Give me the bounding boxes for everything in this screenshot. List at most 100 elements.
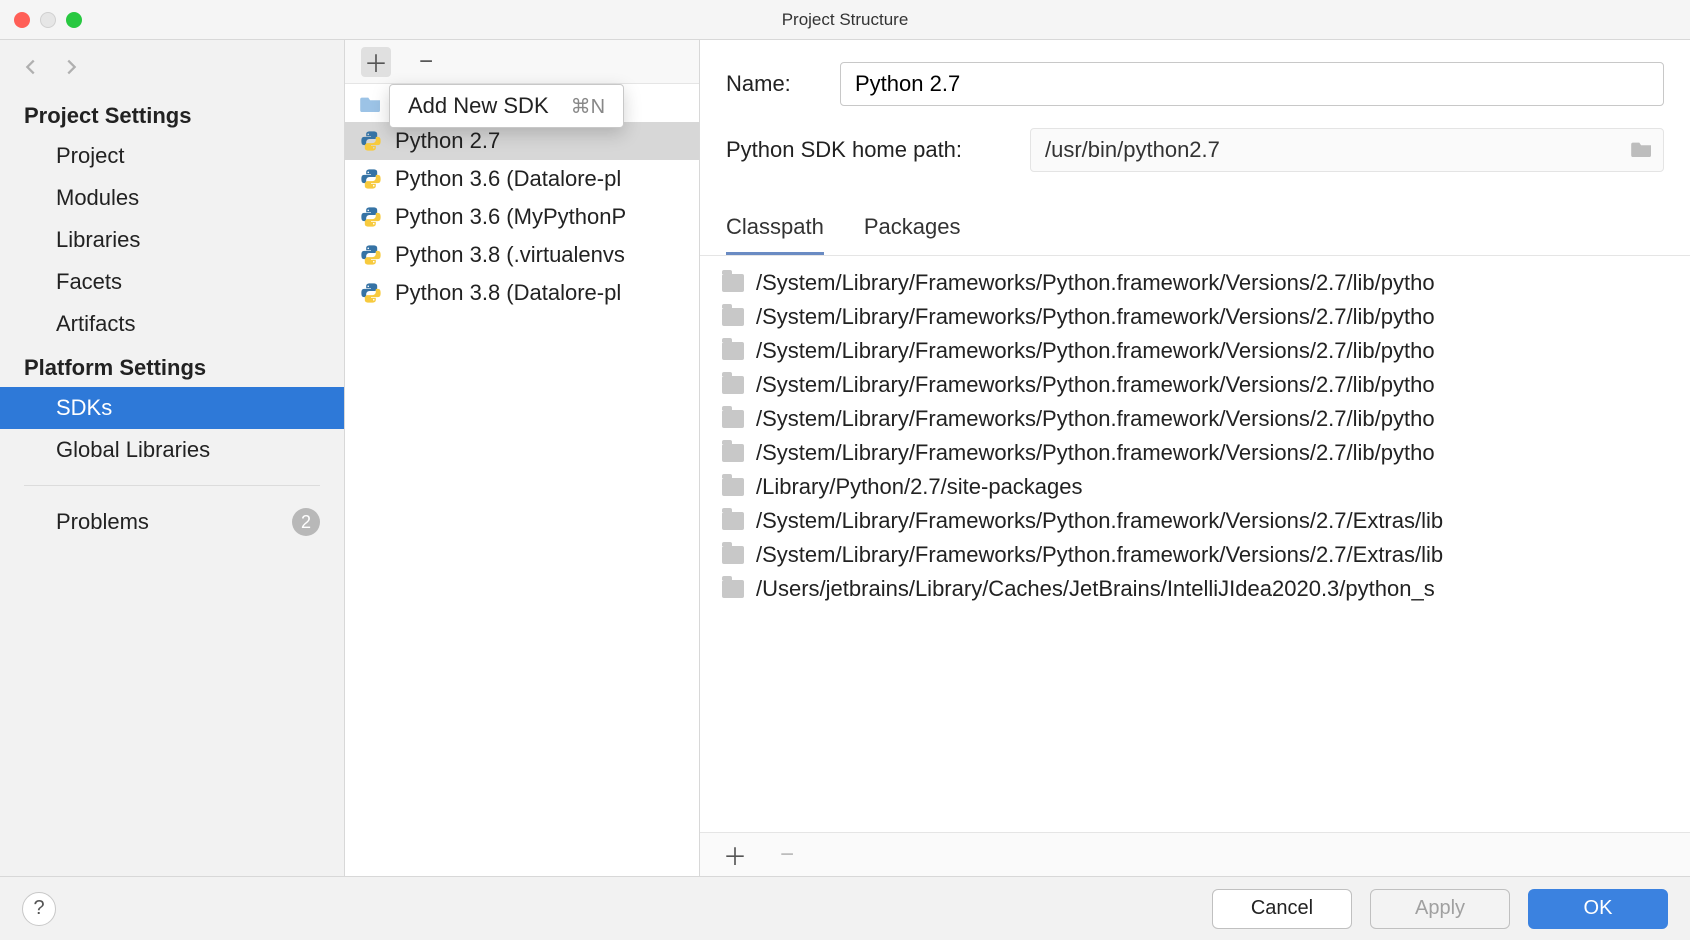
sidebar-item-global-libraries[interactable]: Global Libraries — [0, 429, 344, 471]
sdk-name-input[interactable] — [840, 62, 1664, 106]
minus-icon: − — [780, 841, 794, 869]
detail-tabs: Classpath Packages — [700, 204, 1690, 256]
cancel-button[interactable]: Cancel — [1212, 889, 1352, 929]
sidebar-item-project[interactable]: Project — [0, 135, 344, 177]
sdk-home-field[interactable]: /usr/bin/python2.7 — [1030, 128, 1664, 172]
dialog-footer: ? Cancel Apply OK — [0, 876, 1690, 940]
classpath-path: /System/Library/Frameworks/Python.framew… — [756, 440, 1435, 466]
forward-icon[interactable] — [60, 56, 82, 83]
sidebar-item-sdks[interactable]: SDKs — [0, 387, 344, 429]
settings-sidebar: Project Settings Project Modules Librari… — [0, 40, 345, 876]
project-structure-dialog: Project Structure Project Settings Proje… — [0, 0, 1690, 940]
home-label: Python SDK home path: — [726, 137, 1006, 163]
sdk-item-label: Python 3.8 (.virtualenvs — [395, 242, 625, 268]
plus-icon: ＋ — [723, 837, 747, 872]
folder-icon — [722, 580, 744, 598]
sdk-item-label: Python 2.7 — [395, 128, 500, 154]
folder-icon — [722, 546, 744, 564]
classpath-path: /System/Library/Frameworks/Python.framew… — [756, 338, 1435, 364]
classpath-path: /System/Library/Frameworks/Python.framew… — [756, 542, 1443, 568]
ok-button[interactable]: OK — [1528, 889, 1668, 929]
folder-icon — [722, 478, 744, 496]
sdk-list-item[interactable]: Python 3.6 (Datalore-pl — [345, 160, 699, 198]
add-sdk-popup[interactable]: Add New SDK ⌘N — [389, 84, 624, 128]
classpath-row[interactable]: /System/Library/Frameworks/Python.framew… — [722, 266, 1690, 300]
titlebar: Project Structure — [0, 0, 1690, 40]
python-icon — [359, 243, 383, 267]
sdk-list-panel: ＋ − 11Python 2.7Python 3.6 (Datalore-plP… — [345, 40, 700, 876]
sidebar-item-problems[interactable]: Problems 2 — [0, 500, 344, 544]
window-title: Project Structure — [0, 10, 1690, 30]
add-classpath-button[interactable]: ＋ — [720, 840, 750, 870]
sdk-home-value: /usr/bin/python2.7 — [1045, 137, 1220, 163]
folder-icon — [722, 410, 744, 428]
back-icon[interactable] — [20, 56, 42, 83]
popup-label: Add New SDK — [408, 93, 549, 119]
folder-icon — [722, 376, 744, 394]
classpath-list[interactable]: /System/Library/Frameworks/Python.framew… — [700, 256, 1690, 832]
sdk-detail-panel: Name: Python SDK home path: /usr/bin/pyt… — [700, 40, 1690, 876]
classpath-row[interactable]: /System/Library/Frameworks/Python.framew… — [722, 334, 1690, 368]
classpath-row[interactable]: /Users/jetbrains/Library/Caches/JetBrain… — [722, 572, 1690, 606]
help-icon: ? — [33, 897, 44, 920]
browse-folder-icon[interactable] — [1631, 137, 1653, 163]
history-nav — [0, 48, 344, 93]
sdk-item-label: Python 3.8 (Datalore-pl — [395, 280, 621, 306]
sdk-list-item[interactable]: Python 3.8 (Datalore-pl — [345, 274, 699, 312]
classpath-path: /System/Library/Frameworks/Python.framew… — [756, 508, 1443, 534]
minus-icon: − — [419, 48, 433, 76]
folder-icon — [359, 91, 383, 115]
help-button[interactable]: ? — [22, 892, 56, 926]
sdk-list-item[interactable]: Python 3.8 (.virtualenvs — [345, 236, 699, 274]
tab-packages[interactable]: Packages — [864, 204, 961, 255]
sidebar-divider — [24, 485, 320, 486]
classpath-row[interactable]: /Library/Python/2.7/site-packages — [722, 470, 1690, 504]
apply-button[interactable]: Apply — [1370, 889, 1510, 929]
add-sdk-button[interactable]: ＋ — [361, 47, 391, 77]
problems-label: Problems — [56, 509, 149, 535]
sdk-item-label: Python 3.6 (Datalore-pl — [395, 166, 621, 192]
classpath-row[interactable]: /System/Library/Frameworks/Python.framew… — [722, 436, 1690, 470]
tab-classpath[interactable]: Classpath — [726, 204, 824, 255]
section-project-settings: Project Settings — [0, 93, 344, 135]
python-icon — [359, 205, 383, 229]
remove-classpath-button[interactable]: − — [772, 840, 802, 870]
sidebar-item-facets[interactable]: Facets — [0, 261, 344, 303]
sdk-form: Name: Python SDK home path: /usr/bin/pyt… — [700, 40, 1690, 204]
classpath-row[interactable]: /System/Library/Frameworks/Python.framew… — [722, 300, 1690, 334]
classpath-path: /Library/Python/2.7/site-packages — [756, 474, 1083, 500]
classpath-row[interactable]: /System/Library/Frameworks/Python.framew… — [722, 538, 1690, 572]
section-platform-settings: Platform Settings — [0, 345, 344, 387]
folder-icon — [722, 274, 744, 292]
problems-count-badge: 2 — [292, 508, 320, 536]
sidebar-item-artifacts[interactable]: Artifacts — [0, 303, 344, 345]
classpath-row[interactable]: /System/Library/Frameworks/Python.framew… — [722, 402, 1690, 436]
folder-icon — [722, 444, 744, 462]
classpath-path: /System/Library/Frameworks/Python.framew… — [756, 406, 1435, 432]
classpath-path: /System/Library/Frameworks/Python.framew… — [756, 372, 1435, 398]
python-icon — [359, 167, 383, 191]
folder-icon — [722, 512, 744, 530]
classpath-toolbar: ＋ − — [700, 832, 1690, 876]
classpath-row[interactable]: /System/Library/Frameworks/Python.framew… — [722, 368, 1690, 402]
sdk-item-label: Python 3.6 (MyPythonP — [395, 204, 626, 230]
classpath-path: /System/Library/Frameworks/Python.framew… — [756, 270, 1435, 296]
plus-icon: ＋ — [364, 44, 388, 79]
name-row: Name: — [726, 62, 1664, 106]
folder-icon — [722, 342, 744, 360]
popup-shortcut: ⌘N — [571, 94, 605, 119]
sdk-toolbar: ＋ − — [345, 40, 699, 84]
sidebar-item-libraries[interactable]: Libraries — [0, 219, 344, 261]
folder-icon — [722, 308, 744, 326]
name-label: Name: — [726, 71, 816, 97]
sidebar-item-modules[interactable]: Modules — [0, 177, 344, 219]
classpath-path: /Users/jetbrains/Library/Caches/JetBrain… — [756, 576, 1435, 602]
classpath-row[interactable]: /System/Library/Frameworks/Python.framew… — [722, 504, 1690, 538]
classpath-path: /System/Library/Frameworks/Python.framew… — [756, 304, 1435, 330]
python-icon — [359, 281, 383, 305]
home-row: Python SDK home path: /usr/bin/python2.7 — [726, 128, 1664, 172]
remove-sdk-button[interactable]: − — [411, 47, 441, 77]
dialog-body: Project Settings Project Modules Librari… — [0, 40, 1690, 876]
python-icon — [359, 129, 383, 153]
sdk-list-item[interactable]: Python 3.6 (MyPythonP — [345, 198, 699, 236]
